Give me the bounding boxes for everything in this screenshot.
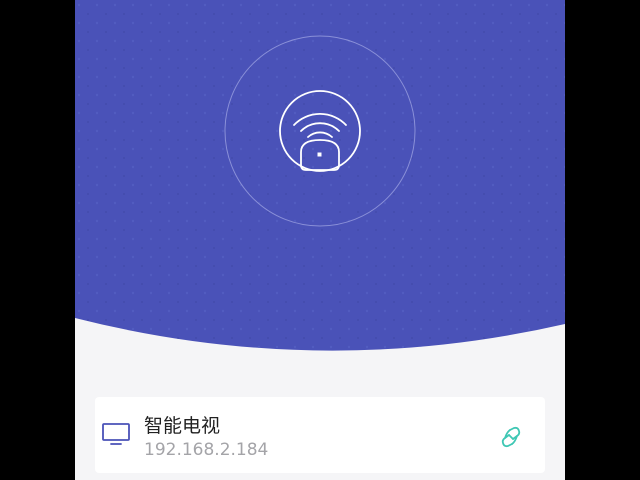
hero-banner — [75, 0, 565, 360]
device-name: 智能电视 — [144, 415, 221, 437]
hero-illustration — [75, 0, 565, 351]
app-screen: 智能电视 192.168.2.184 — [75, 0, 565, 480]
link-icon[interactable] — [501, 426, 521, 448]
device-ip: 192.168.2.184 — [144, 440, 269, 460]
tv-icon — [102, 423, 130, 445]
